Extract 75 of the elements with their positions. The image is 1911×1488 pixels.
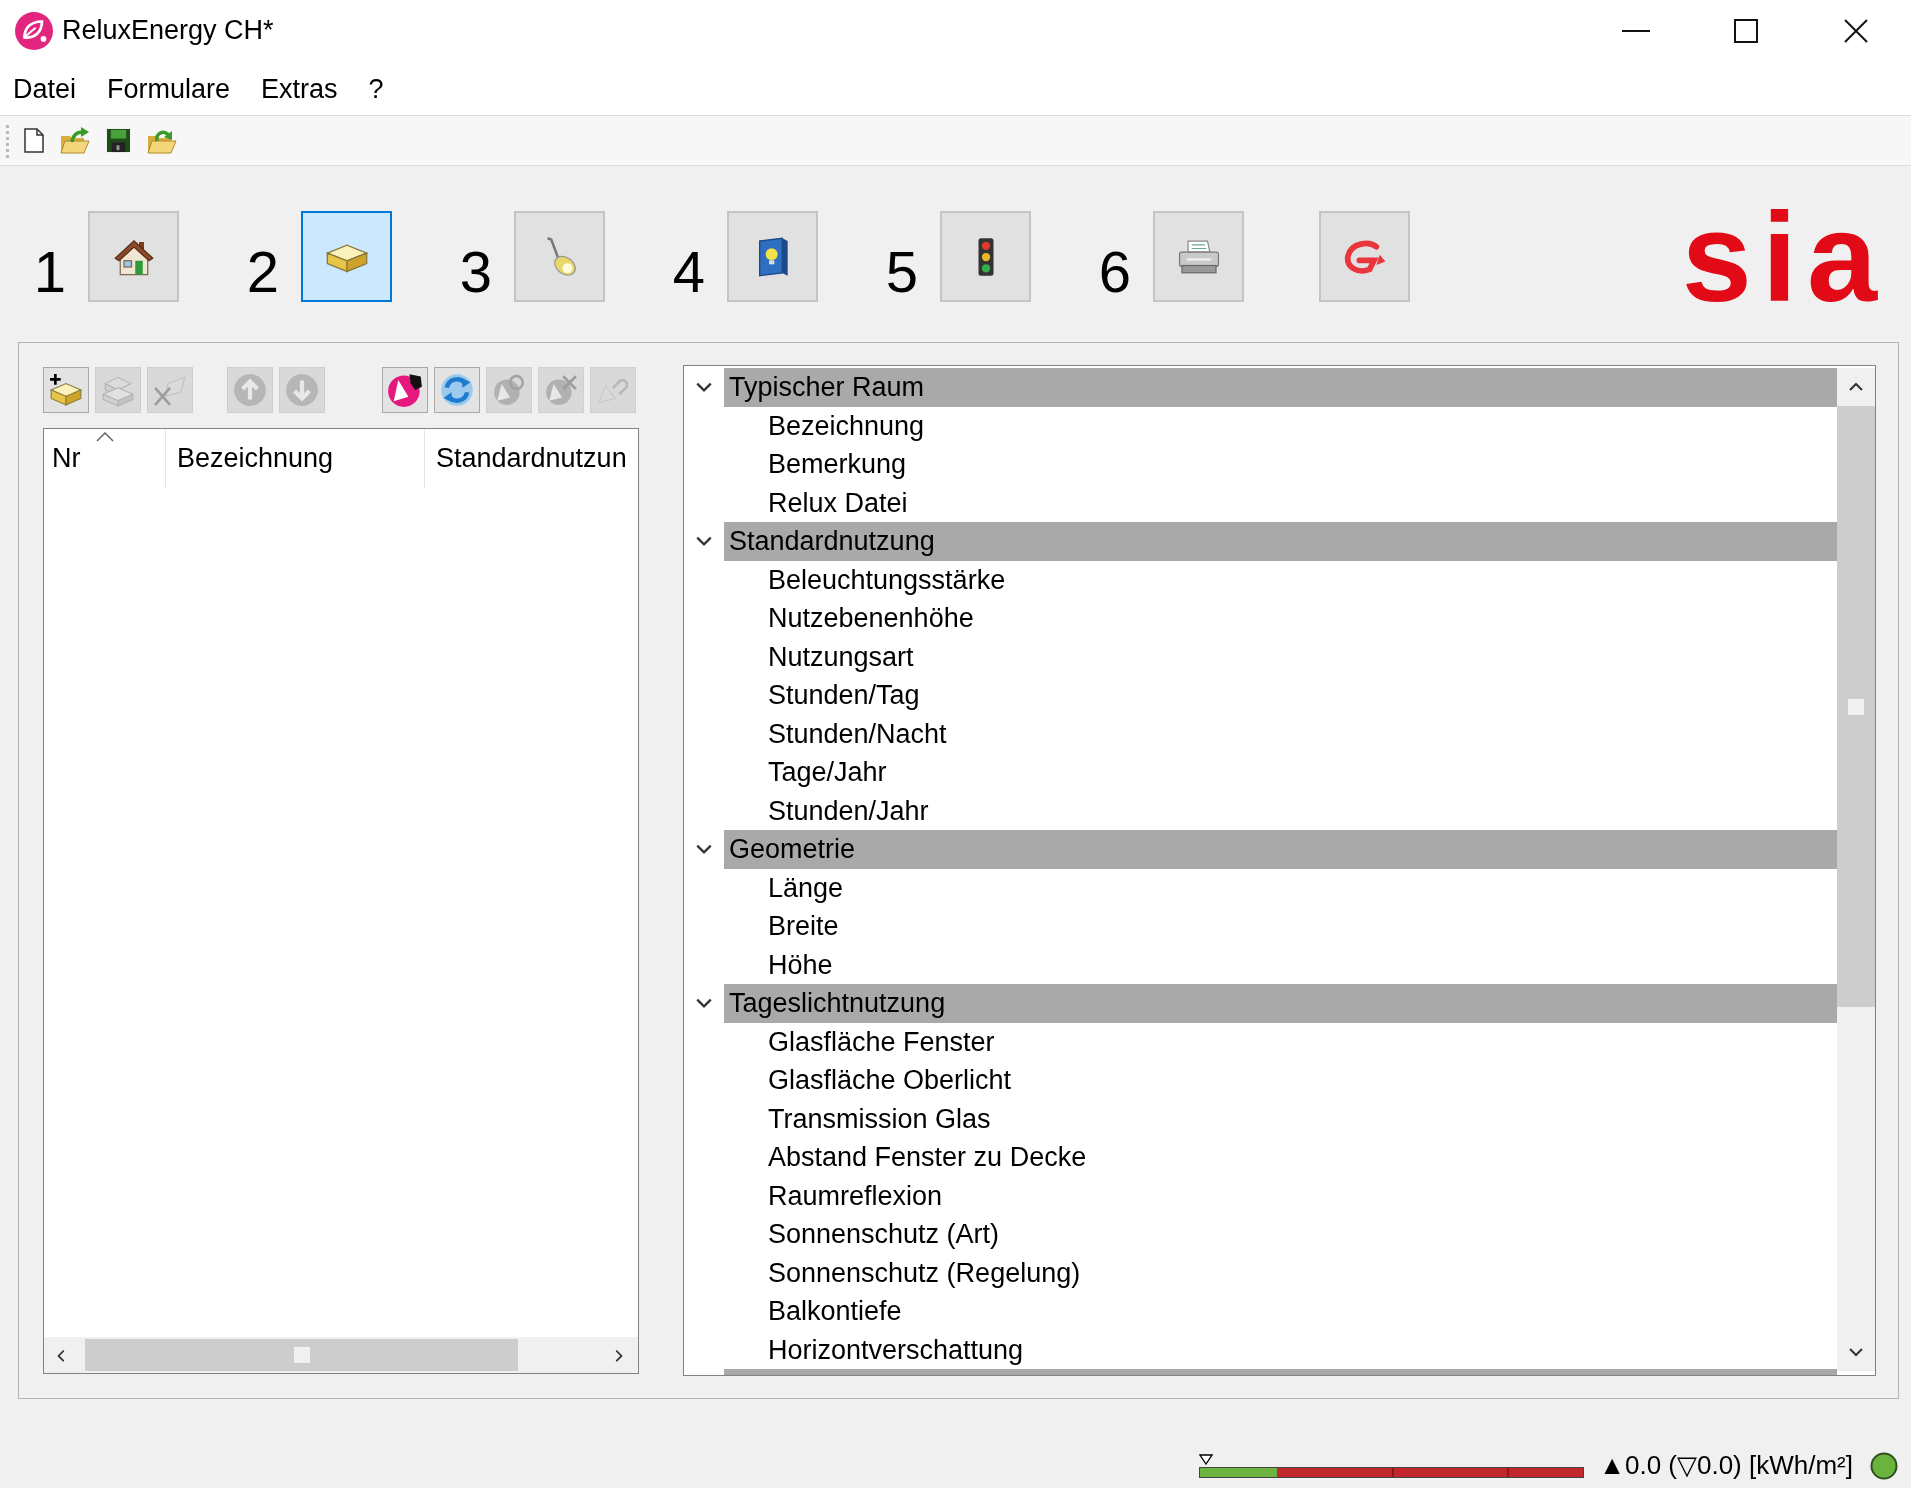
refresh-icon <box>439 372 475 408</box>
step-button[interactable] <box>88 211 179 302</box>
cross-arrow-icon <box>153 373 187 407</box>
arrow-up-circle-icon <box>233 373 267 407</box>
tree-item[interactable]: Sonnenschutz (Regelung) <box>768 1252 1081 1293</box>
step-button[interactable] <box>727 211 818 302</box>
tree-item[interactable]: Sonnenschutz (Art) <box>768 1214 1000 1255</box>
folder-arrow-icon[interactable] <box>60 127 90 154</box>
new-page-icon[interactable] <box>24 128 44 153</box>
group-header[interactable]: Geometrie <box>724 830 1837 869</box>
arrow-down-circle-icon <box>285 373 319 407</box>
app-logo-icon <box>15 11 53 50</box>
tree-item[interactable]: Balkontiefe <box>768 1291 902 1332</box>
spotlight-refresh-icon <box>492 373 526 407</box>
energy-reading: ▲0.0 (▽0.0) [kWh/m²] <box>1599 1449 1853 1482</box>
column-header[interactable]: Bezeichnung <box>166 429 425 488</box>
tree-item[interactable]: Stunden/Jahr <box>768 790 929 831</box>
tree-item[interactable]: Länge <box>768 867 844 908</box>
column-header[interactable]: Nr <box>44 429 166 488</box>
step-number: 2 <box>245 243 279 301</box>
horizontal-scrollbar[interactable] <box>44 1337 638 1373</box>
list-tool-button[interactable] <box>43 367 89 413</box>
spotlight-cross-icon <box>544 373 578 407</box>
book-bulb-icon <box>756 236 789 277</box>
logo-button[interactable] <box>1319 211 1410 302</box>
tree-item[interactable]: Nutzebenenhöhe <box>768 598 974 639</box>
tree-item[interactable]: Raumreflexion <box>768 1175 943 1216</box>
maximize-icon[interactable] <box>1734 18 1758 43</box>
group-header[interactable]: Typischer Raum <box>724 368 1837 407</box>
tree-item[interactable]: Höhe <box>768 944 833 985</box>
menu-item[interactable]: Extras <box>261 73 338 107</box>
group-header[interactable]: Tageslichtnutzung <box>724 984 1837 1023</box>
tree-item[interactable]: Bezeichnung <box>768 405 925 446</box>
box-plus-icon <box>49 373 83 407</box>
window-title: ReluxEnergy CH* <box>62 14 274 48</box>
tree-item[interactable]: Horizontverschattung <box>768 1329 1024 1370</box>
close-icon[interactable] <box>1844 18 1868 43</box>
toolbar-grip-icon <box>6 122 10 159</box>
step-number: 5 <box>884 243 918 301</box>
scrollbar-thumb[interactable] <box>1837 406 1875 1007</box>
scroll-down-icon[interactable] <box>1848 1345 1864 1359</box>
triangle-marker-icon <box>1199 1453 1214 1465</box>
tree-item[interactable]: Stunden/Tag <box>768 675 920 716</box>
tree-item[interactable]: Relux Datei <box>768 482 908 523</box>
sort-caret-icon <box>95 432 114 442</box>
printer-icon <box>1176 239 1221 274</box>
brand-logo: sia <box>1681 195 1887 321</box>
step-number: 1 <box>32 243 66 301</box>
tree-item[interactable]: Abstand Fenster zu Decke <box>768 1137 1087 1178</box>
tree-item[interactable]: Bemerkung <box>768 444 907 485</box>
spotlight-disc-icon <box>387 372 423 408</box>
tree-item[interactable]: Glasfläche Oberlicht <box>768 1060 1012 1101</box>
list-tool-button[interactable] <box>382 367 428 413</box>
column-header[interactable]: Standardnutzun <box>425 429 638 488</box>
menu-item[interactable]: Datei <box>13 73 77 107</box>
grip-icon <box>1848 698 1864 715</box>
step-number: 3 <box>458 243 492 301</box>
tree-item[interactable]: Nutzungsart <box>768 636 914 677</box>
tree-item[interactable]: Breite <box>768 906 839 947</box>
group-header[interactable]: Standardnutzung <box>724 522 1837 561</box>
vertical-scrollbar[interactable] <box>1837 368 1875 1371</box>
tree-item[interactable]: Stunden/Nacht <box>768 713 947 754</box>
grip-icon <box>293 1347 310 1363</box>
scrollbar-thumb[interactable] <box>85 1339 518 1371</box>
tree-item[interactable]: Tage/Jahr <box>768 752 887 793</box>
step-number: 6 <box>1097 243 1131 301</box>
traffic-light-icon <box>976 236 995 277</box>
tree-item[interactable]: Beleuchtungsstärke <box>768 559 1006 600</box>
step-number: 4 <box>671 243 705 301</box>
minimize-icon[interactable] <box>1622 29 1650 32</box>
step-button[interactable] <box>940 211 1031 302</box>
menu-item[interactable]: Formulare <box>107 73 231 107</box>
tree-item[interactable]: Glasfläche Fenster <box>768 1021 995 1062</box>
tree-item[interactable]: Transmission Glas <box>768 1098 991 1139</box>
menu-item[interactable]: ? <box>368 73 384 107</box>
